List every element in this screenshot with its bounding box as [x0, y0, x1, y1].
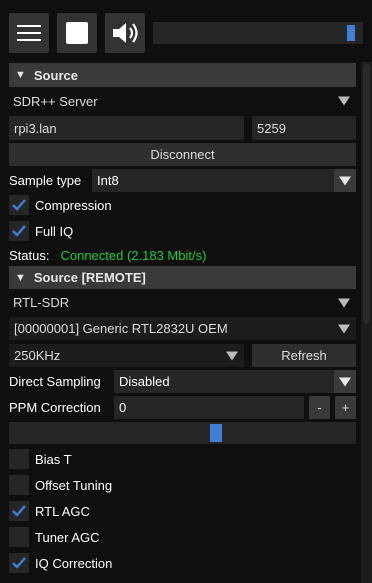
sample-type-label: Sample type	[9, 173, 82, 188]
tuner-agc-checkbox[interactable]	[9, 527, 29, 547]
compression-checkbox[interactable]	[9, 195, 29, 215]
scrollbar-thumb[interactable]	[363, 64, 370, 324]
device-select[interactable]: [00000001] Generic RTL2832U OEM	[9, 317, 356, 340]
chevron-down-icon	[339, 377, 351, 386]
remote-section-title: Source [REMOTE]	[33, 270, 146, 285]
speaker-icon	[113, 23, 138, 43]
disconnect-button[interactable]: Disconnect	[9, 143, 356, 166]
volume-slider[interactable]	[153, 22, 363, 44]
menu-button[interactable]	[9, 13, 49, 53]
direct-sampling-select[interactable]: Disabled	[114, 370, 356, 393]
scrollbar[interactable]	[361, 62, 372, 583]
iq-correction-label: IQ Correction	[35, 555, 113, 571]
sample-type-select[interactable]: Int8	[92, 169, 356, 192]
source-type-select[interactable]: SDR++ Server	[9, 89, 356, 113]
refresh-button[interactable]: Refresh	[252, 344, 356, 367]
status-label: Status:	[9, 247, 50, 263]
chevron-down-icon	[226, 351, 238, 360]
checkmark-icon	[12, 225, 26, 237]
tuner-agc-label: Tuner AGC	[35, 529, 100, 545]
chevron-down-icon	[338, 96, 350, 106]
volume-slider-grab[interactable]	[347, 25, 356, 41]
rtl-agc-checkbox[interactable]	[9, 501, 29, 521]
bias-t-label: Bias T	[35, 451, 72, 467]
source-section-title: Source	[33, 67, 78, 83]
rtl-agc-label: RTL AGC	[35, 503, 90, 519]
stop-button[interactable]	[57, 13, 97, 53]
checkmark-icon	[12, 557, 26, 569]
ppm-correction-input[interactable]: 0	[114, 396, 304, 419]
chevron-down-icon	[338, 324, 350, 333]
offset-tuning-checkbox[interactable]	[9, 475, 29, 495]
collapse-triangle-icon: ▼	[15, 271, 26, 284]
status-value: Connected (2.183 Mbit/s)	[60, 247, 207, 263]
direct-sampling-label: Direct Sampling	[9, 374, 101, 389]
gain-slider[interactable]	[9, 422, 356, 444]
full-iq-label: Full IQ	[35, 223, 74, 239]
host-input[interactable]: rpi3.lan	[9, 116, 244, 140]
chevron-down-icon	[339, 176, 351, 185]
mute-button[interactable]	[105, 13, 145, 53]
checkmark-icon	[12, 505, 26, 517]
remote-section-header[interactable]: ▼ Source [REMOTE]	[9, 266, 356, 289]
checkmark-icon	[12, 199, 26, 211]
port-input[interactable]: 5259	[252, 116, 356, 140]
sample-rate-select[interactable]: 250KHz	[9, 344, 244, 367]
ppm-increment-button[interactable]: +	[335, 396, 356, 419]
status-row: Status: Connected (2.183 Mbit/s)	[9, 245, 206, 265]
collapse-triangle-icon: ▼	[15, 69, 26, 81]
stop-icon	[66, 22, 88, 44]
iq-correction-checkbox[interactable]	[9, 553, 29, 573]
gain-slider-grab[interactable]	[209, 424, 222, 442]
chevron-down-icon	[338, 298, 350, 307]
source-section-header[interactable]: ▼ Source	[9, 63, 356, 87]
bias-t-checkbox[interactable]	[9, 449, 29, 469]
compression-label: Compression	[35, 197, 112, 213]
full-iq-checkbox[interactable]	[9, 221, 29, 241]
source-type-value: SDR++ Server	[13, 93, 98, 109]
menu-icon	[17, 25, 41, 27]
ppm-decrement-button[interactable]: -	[309, 396, 330, 419]
ppm-correction-label: PPM Correction	[9, 400, 101, 415]
offset-tuning-label: Offset Tuning	[35, 477, 113, 493]
driver-select[interactable]: RTL-SDR	[9, 291, 356, 314]
